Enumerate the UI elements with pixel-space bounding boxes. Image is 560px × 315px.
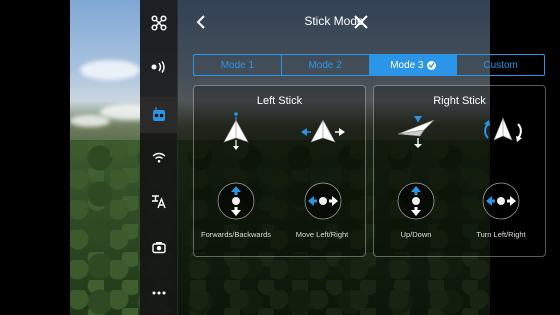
right-stick-card: Right Stick Up/Down Turn Left/Right bbox=[373, 85, 546, 257]
sidebar-item-camera[interactable] bbox=[140, 230, 177, 264]
aircraft-forward-backward-icon bbox=[223, 112, 249, 150]
stick-left-right-icon bbox=[304, 182, 342, 220]
remote-controller-icon bbox=[152, 107, 165, 121]
stick-up-down-icon bbox=[397, 182, 435, 220]
sidebar-item-more[interactable] bbox=[140, 276, 177, 310]
signal-icon bbox=[151, 61, 165, 73]
tab-mode-1[interactable]: Mode 1 bbox=[194, 55, 282, 75]
panel-header: Stick Mode bbox=[178, 0, 490, 44]
drone-icon bbox=[150, 15, 167, 31]
checkmark-icon bbox=[426, 60, 436, 70]
tab-mode-3[interactable]: Mode 3 bbox=[369, 55, 458, 75]
language-icon bbox=[151, 195, 166, 209]
close-icon bbox=[354, 15, 368, 29]
sidebar-item-signal[interactable] bbox=[140, 50, 177, 84]
left-stick-card: Left Stick Forwards/Backwards Move Left/… bbox=[193, 85, 366, 257]
tab-label: Mode 1 bbox=[220, 59, 255, 71]
caption-turn-left-right: Turn Left/Right bbox=[476, 230, 526, 239]
caption-up-down: Up/Down bbox=[400, 230, 432, 239]
aircraft-rotate-icon bbox=[484, 117, 522, 142]
left-stick-title: Left Stick bbox=[256, 95, 303, 107]
more-icon bbox=[152, 291, 165, 295]
tab-label: Custom bbox=[483, 59, 518, 71]
camera-icon bbox=[151, 242, 166, 254]
right-stick-title: Right Stick bbox=[433, 95, 486, 107]
stick-up-down-icon bbox=[217, 182, 255, 220]
settings-sidebar bbox=[140, 0, 178, 315]
page-title: Stick Mode bbox=[304, 14, 364, 28]
tab-label: Mode 3 bbox=[390, 59, 424, 71]
tab-mode-2[interactable]: Mode 2 bbox=[282, 55, 370, 75]
aircraft-up-down-icon bbox=[397, 116, 435, 148]
tab-custom[interactable]: Custom bbox=[457, 55, 544, 75]
sidebar-item-wifi[interactable] bbox=[140, 140, 177, 174]
letterbox-left bbox=[0, 0, 70, 315]
wifi-icon bbox=[152, 152, 165, 163]
aircraft-left-right-icon bbox=[301, 119, 345, 143]
close-button[interactable] bbox=[351, 12, 371, 32]
tab-label: Mode 2 bbox=[308, 59, 342, 71]
stick-left-right-icon bbox=[482, 182, 520, 220]
caption-forwards-backwards: Forwards/Backwards bbox=[200, 230, 272, 239]
sidebar-item-aircraft[interactable] bbox=[140, 6, 177, 40]
sidebar-item-remote-controller[interactable] bbox=[140, 97, 177, 133]
sidebar-item-language[interactable] bbox=[140, 185, 177, 219]
stick-mode-tabs: Mode 1 Mode 2 Mode 3 Custom bbox=[193, 54, 545, 76]
caption-move-left-right: Move Left/Right bbox=[295, 230, 349, 239]
